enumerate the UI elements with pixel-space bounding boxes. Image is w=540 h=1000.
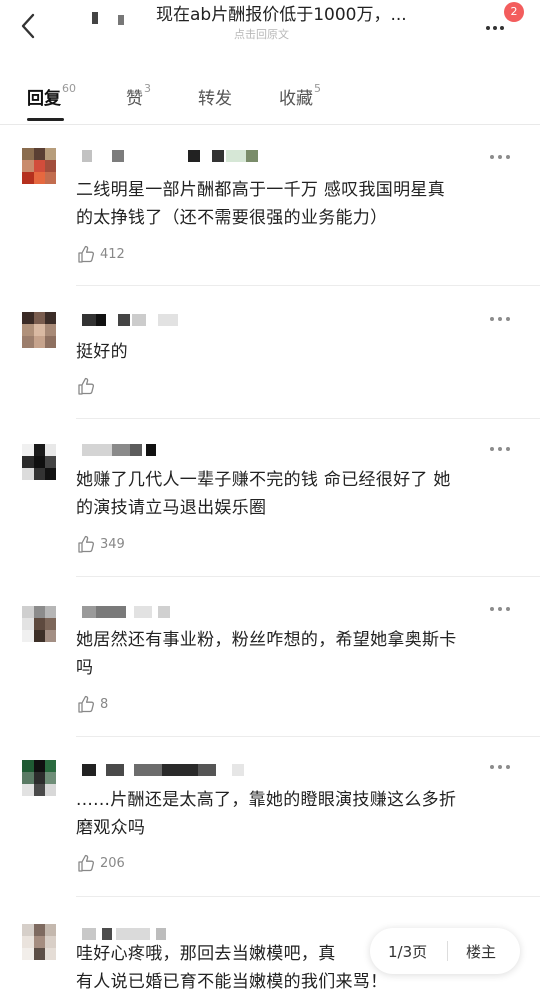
avatar[interactable] (22, 148, 56, 184)
thumbs-up-icon (78, 695, 95, 713)
thumbs-up-icon (78, 535, 95, 553)
back-arrow-icon[interactable] (14, 10, 44, 42)
floating-pager: 1/3页 楼主 (370, 928, 520, 974)
comment-line: 二线明星一部片酬都高于一千万 感叹我国明星真 (76, 180, 446, 200)
comment-text: 挺好的 (76, 338, 516, 366)
comment-line: 她赚了几代人一辈子赚不完的钱 命已经很好了 她 (76, 470, 451, 490)
back-to-original-link[interactable]: 点击回原文 (234, 28, 289, 42)
avatar[interactable] (22, 924, 56, 960)
tab-count: 5 (314, 82, 321, 95)
comment-line: 磨观众吗 (76, 818, 146, 838)
poster-only-button[interactable]: 楼主 (466, 941, 496, 962)
top-bar: 现在ab片酬报价低于1000万，... 点击回原文 2 (0, 0, 540, 56)
avatar[interactable] (22, 760, 56, 796)
comment-line: 挺好的 (76, 342, 128, 362)
tabs-divider (0, 124, 540, 125)
tab-favorites[interactable]: 收藏5 (279, 82, 321, 109)
notification-badge: 2 (504, 2, 524, 22)
thumbs-up-icon (78, 377, 95, 395)
tab-label: 赞 (126, 89, 143, 109)
tab-label: 转发 (198, 89, 232, 109)
comment-more-icon[interactable] (488, 317, 514, 323)
comment-line: 的演技请立马退出娱乐圈 (76, 498, 267, 518)
comment-text: 她居然还有事业粉，粉丝咋想的，希望她拿奥斯卡 吗 (76, 626, 516, 682)
comment-line: 她居然还有事业粉，粉丝咋想的，希望她拿奥斯卡 (76, 630, 457, 650)
avatar[interactable] (22, 606, 56, 642)
comment-divider (76, 418, 540, 419)
tab-count: 3 (144, 82, 151, 95)
comment-more-icon[interactable] (488, 155, 514, 161)
thumbs-up-icon (78, 245, 95, 263)
tab-bar: 回复60 赞3 转发 收藏5 (0, 72, 540, 124)
post-title[interactable]: 现在ab片酬报价低于1000万，... (156, 3, 476, 27)
like-count: 349 (100, 537, 125, 552)
comment-text: 她赚了几代人一辈子赚不完的钱 命已经很好了 她 的演技请立马退出娱乐圈 (76, 466, 516, 522)
tab-reposts[interactable]: 转发 (198, 84, 232, 109)
comment-line: ......片酬还是太高了，靠她的瞪眼演技赚这么多折 (76, 790, 457, 810)
comment-line: 吗 (76, 658, 94, 678)
comment-divider (76, 896, 540, 897)
tab-replies[interactable]: 回复60 (27, 82, 76, 109)
like-count: 412 (100, 247, 125, 262)
avatar[interactable] (22, 312, 56, 348)
comment-divider (76, 576, 540, 577)
comment-line: 的太挣钱了（还不需要很强的业务能力） (76, 208, 388, 228)
tab-likes[interactable]: 赞3 (126, 82, 151, 109)
thumbs-up-icon (78, 854, 95, 872)
comment-more-icon[interactable] (488, 447, 514, 453)
tab-count: 60 (62, 82, 76, 95)
comment-more-icon[interactable] (488, 607, 514, 613)
comment-more-icon[interactable] (488, 765, 514, 771)
comment-divider (76, 736, 540, 737)
comment-divider (76, 285, 540, 286)
tab-label: 收藏 (279, 89, 313, 109)
comment-page: 现在ab片酬报价低于1000万，... 点击回原文 2 回复60 赞3 转发 收… (0, 0, 540, 1000)
active-tab-indicator (27, 118, 64, 121)
tab-label: 回复 (27, 89, 61, 109)
pager-separator (447, 941, 448, 961)
pixelated-author-avatar (92, 12, 124, 28)
page-indicator-button[interactable]: 1/3页 (388, 941, 427, 962)
like-count: 8 (100, 697, 109, 712)
comment-text: 二线明星一部片酬都高于一千万 感叹我国明星真 的太挣钱了（还不需要很强的业务能力… (76, 176, 516, 232)
like-count: 206 (100, 856, 125, 871)
avatar[interactable] (22, 444, 56, 480)
comment-text: ......片酬还是太高了，靠她的瞪眼演技赚这么多折 磨观众吗 (76, 786, 516, 842)
